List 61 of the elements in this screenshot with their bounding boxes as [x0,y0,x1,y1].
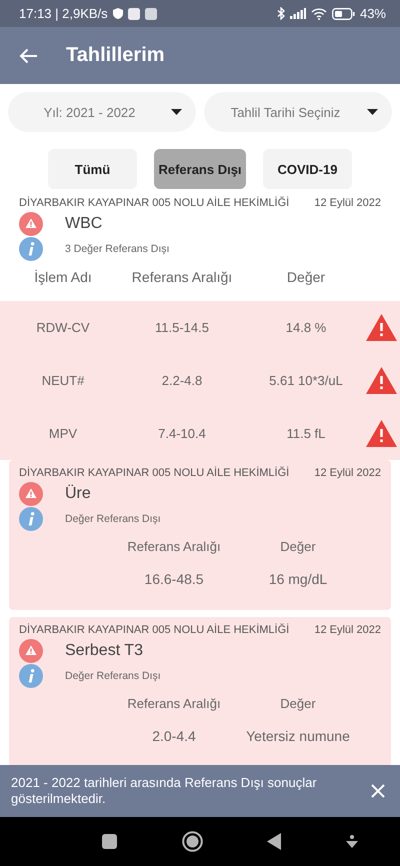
back-button[interactable] [19,48,38,64]
warning-icon [19,639,43,663]
lab-name: DİYARBAKIR KAYAPINAR 005 NOLU AİLE HEKİMLİĞİ [19,467,290,479]
warning-icon [19,212,43,236]
battery-percent: 43% [360,6,386,21]
battery-icon [332,8,355,20]
column-header: İşlem Adı [33,268,93,284]
snackbar-message: 2021 - 2022 tarihleri arasında Referans Dışı sonuçlar gösterilmektedir. [11,775,318,807]
table-cell-text: 7.4-10.4 [157,426,207,441]
table-cell-text: 16 mg/dL [268,571,328,587]
table-cell-text: 2.2-4.8 [160,373,204,388]
filter-tab[interactable]: Referans Dışı [154,149,246,189]
signal-icon [290,8,306,19]
dropdown-arrow-icon [367,109,378,115]
result-note: Değer Referans Dışı [65,670,161,682]
column-header: Değer [286,268,326,284]
back-button[interactable] [267,833,282,850]
table-cell-text: 16.6-48.5 [143,571,205,587]
status-time: 17:13 | 2,9KB/s [19,6,108,21]
recents-button[interactable] [102,834,118,849]
result-note: 3 Değer Referans Dışı [65,243,170,255]
table-cell-text: Yetersiz numune [245,728,351,744]
result-note: Değer Referans Dışı [65,513,161,525]
home-button[interactable] [182,831,203,852]
column-header: Referans Aralığı [126,539,222,554]
result-date: 12 Eylül 2022 [314,197,381,209]
info-icon [19,237,43,261]
column-header: Referans Aralığı [130,268,234,284]
lab-name: DİYARBAKIR KAYAPINAR 005 NOLU AİLE HEKİMLİĞİ [19,624,290,636]
info-icon [19,664,43,688]
table-cell-text: 2.0-4.4 [151,728,197,744]
table-cell-text: 14.8 % [284,320,328,335]
wifi-icon [310,8,327,20]
column-header: Değer [279,539,317,554]
dropdown[interactable]: Tahlil Tarihi Seçiniz [204,92,392,132]
table-cell-text: 11.5-14.5 [154,320,210,335]
table-cell-text: RDW-CV [35,320,91,335]
result-date: 12 Eylül 2022 [314,624,381,636]
table-cell-text: 11.5 fL [286,426,326,441]
dropdown[interactable]: Yıl: 2021 - 2022 [8,92,196,132]
filter-tab[interactable]: COVID-19 [263,149,352,189]
column-header: Değer [279,696,317,711]
filter-tab[interactable]: Tümü [48,149,137,189]
test-name: Serbest T3 [65,642,143,660]
app-icon [128,8,140,20]
test-name: Üre [65,485,91,503]
table-cell-text: 5.61 10*3/uL [268,373,344,388]
shield-icon [112,8,123,19]
table-cell-text: MPV [48,426,78,441]
column-header: Referans Aralığı [126,696,222,711]
lab-name: DİYARBAKIR KAYAPINAR 005 NOLU AİLE HEKİMLİĞİ [19,197,290,209]
result-date: 12 Eylül 2022 [314,467,381,479]
info-icon [19,507,43,531]
screen-title: Tahlillerim [66,44,165,67]
test-name: WBC [65,215,102,233]
table-cell-text: NEUT# [40,373,86,388]
bluetooth-icon [276,7,285,20]
warning-icon [19,482,43,506]
download-button[interactable] [346,835,358,848]
app-icon [144,8,157,20]
dropdown-arrow-icon [171,109,182,115]
